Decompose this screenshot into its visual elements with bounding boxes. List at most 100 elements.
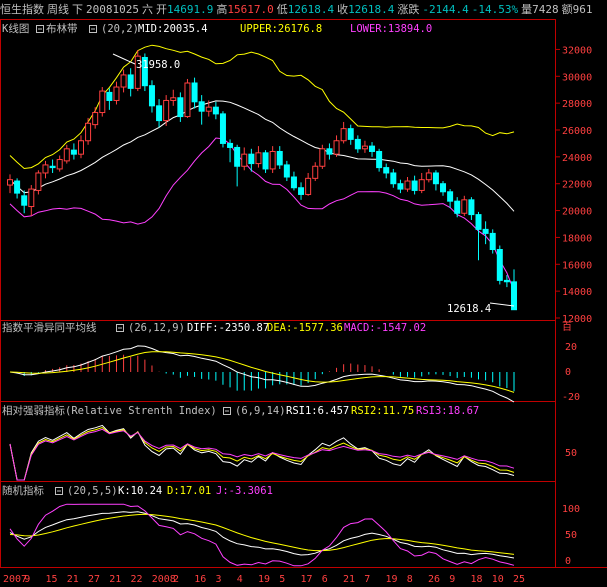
candle[interactable]	[326, 143, 333, 160]
candle[interactable]	[21, 190, 28, 214]
candle[interactable]	[440, 181, 447, 196]
candle[interactable]	[49, 159, 56, 173]
candle[interactable]	[106, 88, 113, 110]
candle-body	[440, 183, 447, 193]
macd-series	[9, 345, 515, 403]
candle[interactable]	[340, 121, 347, 144]
candle[interactable]	[489, 229, 496, 254]
kline-y-tick-label: 14000	[562, 287, 592, 298]
x-tick-label: 9	[449, 574, 455, 585]
candle[interactable]	[14, 178, 21, 199]
candle[interactable]	[85, 117, 92, 145]
candle-body	[191, 82, 198, 103]
candle[interactable]	[28, 185, 35, 216]
candle[interactable]	[127, 68, 134, 97]
candle[interactable]	[496, 245, 503, 285]
candle[interactable]	[475, 211, 482, 261]
candle[interactable]	[461, 195, 468, 216]
stock-chart[interactable]: K线图 布林带 (20,2) MID:20035.4 UPPER:26176.8…	[0, 0, 607, 587]
candle-body	[305, 177, 312, 195]
candle[interactable]	[454, 197, 461, 218]
candle[interactable]	[56, 155, 63, 172]
candle[interactable]	[482, 221, 489, 245]
candle[interactable]	[418, 172, 425, 194]
candle[interactable]	[333, 135, 340, 157]
candle[interactable]	[191, 77, 198, 109]
candle[interactable]	[404, 177, 411, 192]
candle[interactable]	[276, 146, 283, 169]
candle[interactable]	[283, 160, 290, 182]
candle[interactable]	[113, 81, 120, 105]
candle[interactable]	[63, 144, 70, 164]
kline-params: (20,2)	[101, 23, 139, 35]
x-tick-label: 3	[216, 574, 222, 585]
candle-body	[276, 150, 283, 166]
x-tick-label: 15	[46, 574, 58, 585]
candle[interactable]	[177, 92, 184, 122]
candle[interactable]	[92, 107, 99, 129]
candle[interactable]	[305, 172, 312, 196]
candle-body	[219, 113, 226, 144]
candle[interactable]	[219, 111, 226, 148]
candle[interactable]	[255, 146, 262, 168]
candle[interactable]	[425, 168, 432, 183]
candle[interactable]	[298, 182, 305, 200]
x-tick-label: 22	[131, 574, 143, 585]
candle[interactable]	[42, 160, 49, 179]
rsi-1-line	[9, 424, 515, 481]
candle[interactable]	[99, 87, 106, 117]
candle[interactable]	[269, 146, 276, 173]
candle[interactable]	[354, 135, 361, 153]
candle[interactable]	[312, 162, 319, 182]
candle[interactable]	[120, 69, 127, 93]
macd-dea-line	[9, 351, 515, 393]
candle[interactable]	[369, 142, 376, 157]
candle[interactable]	[234, 144, 241, 187]
candle-body	[262, 152, 269, 170]
candle[interactable]	[319, 144, 326, 169]
max-pointer	[112, 53, 136, 65]
candle[interactable]	[35, 170, 42, 195]
candle[interactable]	[376, 148, 383, 172]
candle[interactable]	[184, 78, 191, 118]
candle[interactable]	[511, 269, 517, 311]
candle[interactable]	[383, 163, 390, 179]
x-tick-label: 4	[237, 574, 243, 585]
candle[interactable]	[262, 150, 269, 173]
candle[interactable]	[361, 140, 368, 153]
candle-body	[212, 106, 219, 115]
candle[interactable]	[77, 135, 84, 159]
candle-body	[404, 180, 411, 190]
macd-y-axis: 百 20 0 -20	[562, 321, 580, 403]
macd-top-marker: 百	[562, 321, 572, 333]
candle[interactable]	[290, 171, 297, 191]
candle[interactable]	[241, 147, 248, 171]
candle-body	[170, 97, 177, 101]
candle[interactable]	[347, 124, 354, 145]
candle[interactable]	[447, 189, 454, 208]
candlesticks[interactable]	[7, 49, 517, 311]
candle-body	[106, 91, 113, 101]
candle[interactable]	[7, 174, 13, 194]
candle[interactable]	[148, 80, 155, 113]
candle[interactable]	[411, 175, 418, 195]
candle[interactable]	[390, 168, 397, 188]
macd-title: 指数平滑异同平均线 (26,12,9) DIFF:-2350.87 DEA:-1…	[2, 321, 426, 334]
candle-body	[227, 142, 234, 148]
candle[interactable]	[156, 99, 163, 128]
x-tick-label: 6	[322, 574, 328, 585]
candle-body	[120, 74, 127, 88]
x-tick-label: 7	[364, 574, 370, 585]
candle[interactable]	[212, 101, 219, 120]
macd-tick-0: 0	[565, 367, 571, 378]
candle[interactable]	[170, 89, 177, 106]
candle[interactable]	[198, 95, 205, 125]
rsi-title: 相对强弱指标(Relative Strenth Index) (6,9,14) …	[2, 404, 479, 417]
candle[interactable]	[70, 143, 77, 160]
candle[interactable]	[468, 197, 475, 220]
candle-body	[361, 145, 368, 150]
x-tick-label: 5	[279, 574, 285, 585]
candle-body	[312, 165, 319, 179]
candle[interactable]	[397, 179, 404, 194]
candle[interactable]	[432, 170, 439, 191]
